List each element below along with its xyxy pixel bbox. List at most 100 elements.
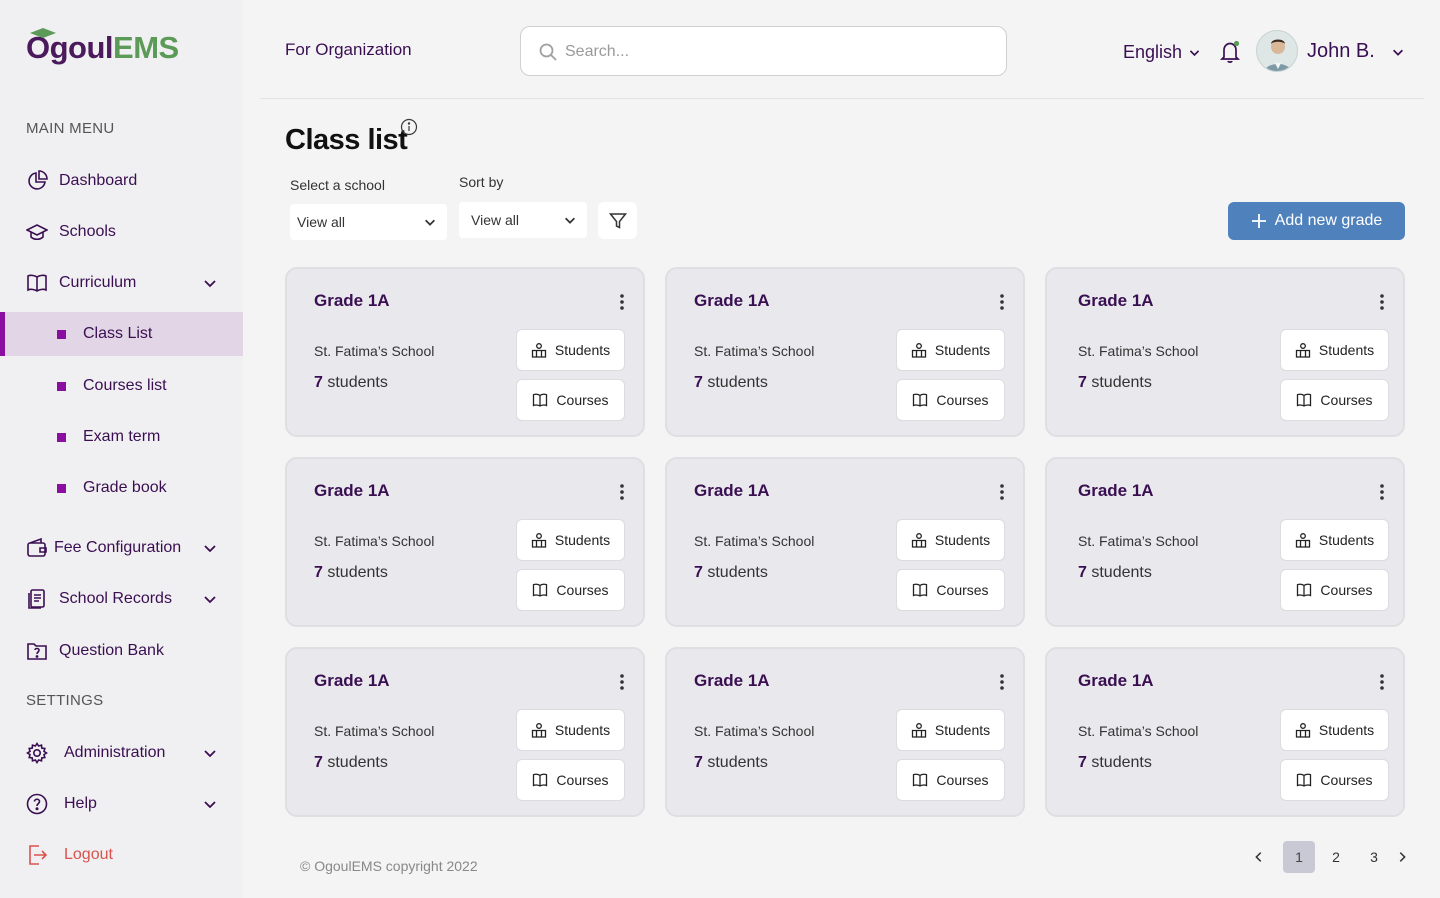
book-icon <box>533 583 548 597</box>
school-name: St. Fatima’s School <box>314 343 435 359</box>
courses-button[interactable]: Courses <box>1280 759 1389 801</box>
more-options-icon[interactable] <box>999 293 1005 311</box>
sidebar-item-administration[interactable]: Administration <box>0 731 243 775</box>
sidebar-item-label: Exam term <box>83 428 161 445</box>
student-count-value: 7 <box>314 564 323 581</box>
student-count-suffix: students <box>327 374 388 391</box>
students-button-label: Students <box>934 532 991 548</box>
students-button[interactable]: Students <box>1280 329 1389 371</box>
sidebar-item-help[interactable]: Help <box>0 782 243 826</box>
sidebar-item-class-list[interactable]: Class List <box>0 312 243 356</box>
sidebar-item-logout[interactable]: Logout <box>0 833 243 877</box>
sidebar-item-schools[interactable]: Schools <box>0 210 243 254</box>
students-button[interactable]: Students <box>1280 519 1389 561</box>
students-button[interactable]: Students <box>896 329 1005 371</box>
open-book-icon <box>26 272 48 294</box>
more-options-icon[interactable] <box>999 673 1005 691</box>
class-card[interactable]: Grade 1A St. Fatima’s School 7 students … <box>1045 457 1405 627</box>
page-button-2[interactable]: 2 <box>1320 841 1352 873</box>
more-options-icon[interactable] <box>1379 483 1385 501</box>
more-options-icon[interactable] <box>619 293 625 311</box>
sidebar-item-curriculum[interactable]: Curriculum <box>0 261 243 305</box>
sidebar-item-question-bank[interactable]: Question Bank <box>0 629 243 673</box>
sidebar-item-label: School Records <box>59 590 172 607</box>
sidebar-item-fee-configuration[interactable]: Fee Configuration <box>0 526 243 570</box>
school-cap-icon <box>26 221 48 243</box>
students-button[interactable]: Students <box>516 329 625 371</box>
add-new-grade-button[interactable]: Add new grade <box>1228 202 1405 240</box>
info-icon[interactable] <box>400 118 418 136</box>
chevron-down-icon[interactable] <box>202 540 218 556</box>
student-count-suffix: students <box>707 754 768 771</box>
courses-button[interactable]: Courses <box>896 569 1005 611</box>
class-card[interactable]: Grade 1A St. Fatima’s School 7 students … <box>665 647 1025 817</box>
chevron-down-icon[interactable] <box>202 591 218 607</box>
username[interactable]: John B. <box>1307 40 1375 63</box>
courses-button[interactable]: Courses <box>516 379 625 421</box>
students-button[interactable]: Students <box>896 519 1005 561</box>
page-title: Class list <box>285 124 408 156</box>
chevron-down-icon[interactable] <box>202 745 218 761</box>
students-button[interactable]: Students <box>1280 709 1389 751</box>
chevron-down-icon <box>425 219 435 226</box>
sidebar-item-dashboard[interactable]: Dashboard <box>0 159 243 203</box>
class-card[interactable]: Grade 1A St. Fatima’s School 7 students … <box>665 457 1025 627</box>
page-button-1[interactable]: 1 <box>1283 841 1315 873</box>
ogoulems-logo[interactable]: OgoulEMS <box>26 28 179 66</box>
settings-label: SETTINGS <box>26 692 104 709</box>
students-icon <box>1295 343 1311 358</box>
chevron-down-icon[interactable] <box>202 796 218 812</box>
language-selector[interactable]: English <box>1123 42 1201 63</box>
students-button[interactable]: Students <box>516 709 625 751</box>
logo-text-ems: EMS <box>113 30 179 65</box>
class-card[interactable]: Grade 1A St. Fatima’s School 7 students … <box>285 267 645 437</box>
school-select[interactable]: View all <box>290 204 447 240</box>
class-card[interactable]: Grade 1A St. Fatima’s School 7 students … <box>285 647 645 817</box>
chevron-right-icon[interactable] <box>1395 850 1409 864</box>
class-card[interactable]: Grade 1A St. Fatima’s School 7 students … <box>1045 647 1405 817</box>
question-folder-icon <box>26 640 48 662</box>
book-icon <box>913 393 928 407</box>
student-count: 7 students <box>694 754 768 772</box>
students-button[interactable]: Students <box>516 519 625 561</box>
courses-button[interactable]: Courses <box>896 379 1005 421</box>
page-button-3[interactable]: 3 <box>1358 841 1390 873</box>
search-box[interactable] <box>520 26 1007 76</box>
school-select-value: View all <box>297 214 345 230</box>
sort-select[interactable]: View all <box>459 202 587 238</box>
students-button-label: Students <box>934 722 991 738</box>
courses-button[interactable]: Courses <box>516 759 625 801</box>
more-options-icon[interactable] <box>619 673 625 691</box>
user-avatar[interactable] <box>1256 30 1298 72</box>
students-button[interactable]: Students <box>896 709 1005 751</box>
class-card[interactable]: Grade 1A St. Fatima’s School 7 students … <box>665 267 1025 437</box>
student-count: 7 students <box>314 754 388 772</box>
sidebar-item-courses-list[interactable]: Courses list <box>0 364 243 408</box>
funnel-icon <box>608 212 627 229</box>
courses-button[interactable]: Courses <box>896 759 1005 801</box>
student-count: 7 students <box>1078 564 1152 582</box>
sidebar-item-exam-term[interactable]: Exam term <box>0 415 243 459</box>
more-options-icon[interactable] <box>619 483 625 501</box>
sidebar-item-grade-book[interactable]: Grade book <box>0 466 243 510</box>
class-card[interactable]: Grade 1A St. Fatima’s School 7 students … <box>1045 267 1405 437</box>
chevron-down-icon[interactable] <box>202 275 218 291</box>
more-options-icon[interactable] <box>1379 673 1385 691</box>
bell-icon[interactable] <box>1219 40 1241 64</box>
students-button-label: Students <box>554 532 611 548</box>
sidebar-item-school-records[interactable]: School Records <box>0 577 243 621</box>
courses-button[interactable]: Courses <box>1280 379 1389 421</box>
courses-button[interactable]: Courses <box>516 569 625 611</box>
chevron-left-icon[interactable] <box>1252 850 1266 864</box>
search-input[interactable] <box>565 39 985 65</box>
more-options-icon[interactable] <box>999 483 1005 501</box>
student-count: 7 students <box>694 374 768 392</box>
students-button-label: Students <box>1318 722 1375 738</box>
chevron-down-icon <box>565 217 575 224</box>
courses-button[interactable]: Courses <box>1280 569 1389 611</box>
student-count-value: 7 <box>694 564 703 581</box>
more-options-icon[interactable] <box>1379 293 1385 311</box>
class-card[interactable]: Grade 1A St. Fatima’s School 7 students … <box>285 457 645 627</box>
filter-button[interactable] <box>598 202 637 239</box>
chevron-down-icon[interactable] <box>1391 45 1405 59</box>
